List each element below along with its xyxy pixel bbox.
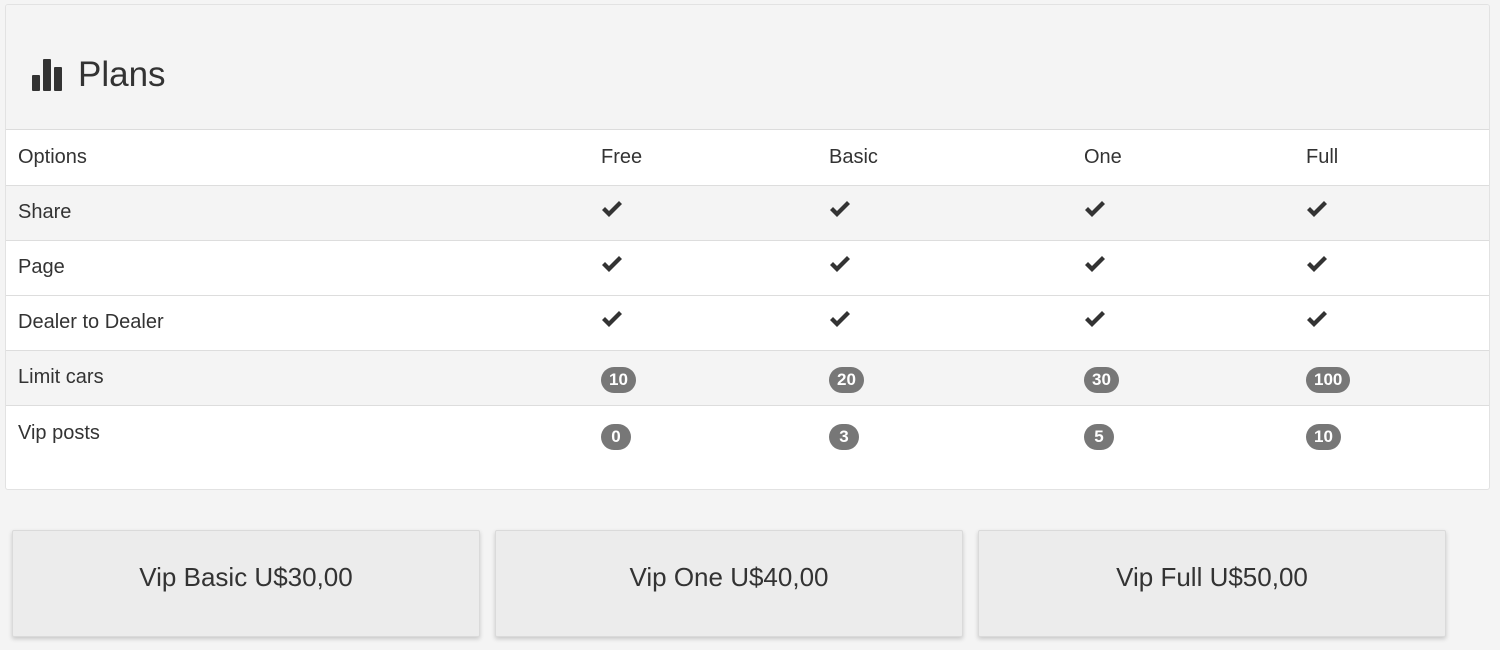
check-icon <box>602 310 622 327</box>
panel-header: Plans <box>6 5 1489 130</box>
row-label: Vip posts <box>6 404 589 460</box>
table-row: Share <box>6 184 1489 240</box>
vip-posts-badge: 5 <box>1084 423 1114 450</box>
vip-posts-badge: 10 <box>1306 423 1341 450</box>
check-icon <box>602 200 622 217</box>
header-full: Full <box>1306 145 1339 168</box>
check-icon <box>830 310 850 327</box>
header-free: Free <box>601 145 643 168</box>
table-row: Page <box>6 239 1489 295</box>
bar-chart-icon <box>32 59 62 91</box>
limit-badge: 100 <box>1306 366 1351 393</box>
check-icon <box>830 200 850 217</box>
table-row: Limit cars 10 20 30 100 <box>6 349 1489 405</box>
vip-posts-badge: 3 <box>829 423 859 450</box>
panel-title: Plans <box>78 55 166 94</box>
row-label: Share <box>6 184 589 240</box>
table-row: Vip posts 0 3 5 10 <box>6 404 1489 460</box>
plans-table: Options Free Basic One Full Share Page D… <box>6 130 1489 460</box>
check-icon <box>830 255 850 272</box>
table-row: Dealer to Dealer <box>6 294 1489 350</box>
limit-badge: 20 <box>829 366 864 393</box>
check-icon <box>1307 255 1327 272</box>
header-basic: Basic <box>829 145 878 168</box>
vip-full-button[interactable]: Vip Full U$50,00 <box>978 530 1446 637</box>
table-header-row: Options Free Basic One Full <box>6 130 1489 185</box>
limit-badge: 30 <box>1084 366 1119 393</box>
plans-panel: Plans Options Free Basic One Full Share … <box>5 4 1490 490</box>
limit-badge: 10 <box>601 366 636 393</box>
row-label: Page <box>6 239 589 295</box>
check-icon <box>1307 310 1327 327</box>
check-icon <box>1085 310 1105 327</box>
header-one: One <box>1084 145 1122 168</box>
vip-posts-badge: 0 <box>601 423 631 450</box>
header-options: Options <box>18 145 87 168</box>
check-icon <box>1307 200 1327 217</box>
check-icon <box>1085 255 1105 272</box>
vip-basic-button[interactable]: Vip Basic U$30,00 <box>12 530 480 637</box>
check-icon <box>602 255 622 272</box>
row-label: Dealer to Dealer <box>6 294 589 350</box>
row-label: Limit cars <box>6 349 589 405</box>
vip-one-button[interactable]: Vip One U$40,00 <box>495 530 963 637</box>
check-icon <box>1085 200 1105 217</box>
